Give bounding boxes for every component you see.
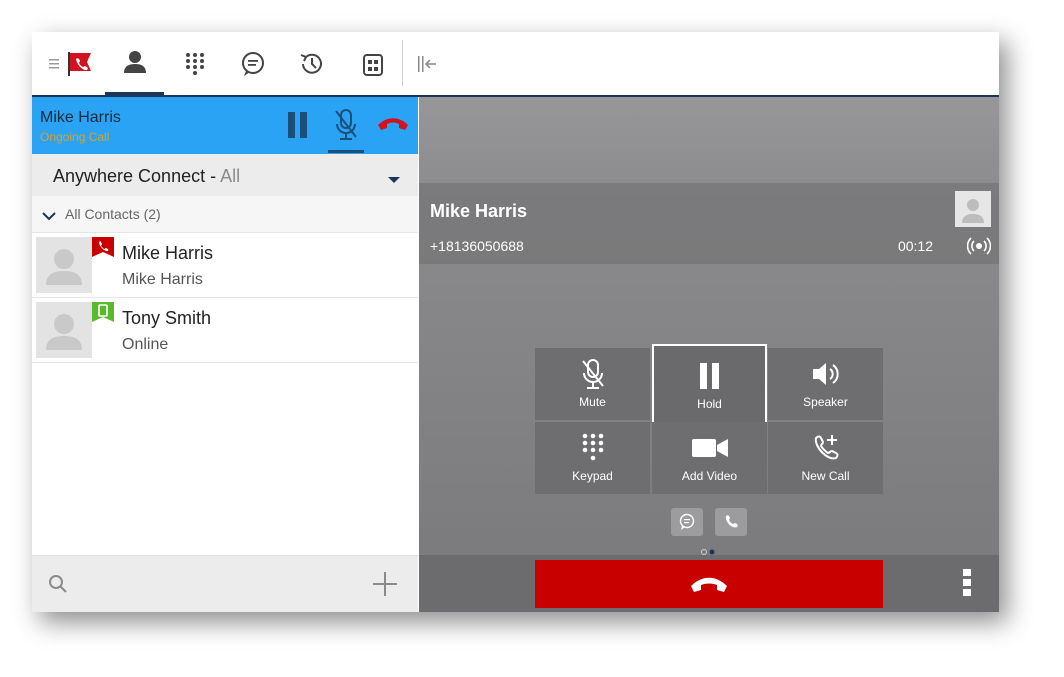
tab-contacts[interactable] bbox=[105, 32, 164, 95]
video-camera-icon bbox=[652, 432, 767, 464]
building-icon bbox=[363, 53, 383, 76]
phone-plus-icon bbox=[768, 432, 883, 464]
chevron-down-icon bbox=[387, 171, 401, 189]
add-contact-icon[interactable] bbox=[372, 571, 398, 602]
presence-flag-icon[interactable] bbox=[66, 32, 96, 95]
add-video-label: Add Video bbox=[681, 469, 738, 483]
call-info: Mike Harris +18136050688 00:12 bbox=[419, 183, 999, 264]
history-clock-icon bbox=[300, 53, 322, 74]
toolbar-divider bbox=[402, 40, 403, 86]
tab-history[interactable] bbox=[289, 32, 335, 95]
top-toolbar bbox=[32, 32, 999, 97]
hd-audio-icon bbox=[966, 237, 992, 260]
filter-label-text: Anywhere Connect - bbox=[53, 166, 217, 186]
chevron-down-icon bbox=[42, 208, 56, 226]
mute-button[interactable]: Mute bbox=[535, 348, 650, 420]
active-call-status: Ongoing Call bbox=[40, 130, 110, 144]
contact-name: Mike Harris bbox=[122, 243, 214, 263]
hold-button[interactable]: Hold bbox=[652, 344, 767, 426]
chat-bubble-icon bbox=[242, 51, 264, 76]
keypad-label: Keypad bbox=[572, 469, 613, 483]
contacts-footer bbox=[32, 555, 418, 612]
chat-bubble-icon bbox=[679, 513, 695, 530]
active-call-bar[interactable]: Mike Harris Ongoing Call bbox=[32, 97, 418, 154]
mute-label: Mute bbox=[579, 395, 606, 409]
contact-name: Tony Smith bbox=[122, 308, 212, 328]
dialpad-icon bbox=[186, 52, 204, 75]
tab-chat[interactable] bbox=[230, 32, 276, 95]
mic-off-icon bbox=[335, 109, 357, 140]
app-window: Mike Harris Ongoing Call Anywhere Connec… bbox=[32, 32, 999, 612]
phone-icon bbox=[725, 515, 738, 528]
caller-name: Mike Harris bbox=[430, 201, 528, 221]
caller-number: +18136050688 bbox=[430, 238, 524, 254]
chat-button[interactable] bbox=[671, 508, 703, 536]
online-presence-icon bbox=[92, 302, 114, 322]
speaker-button[interactable]: Speaker bbox=[768, 348, 883, 420]
contact-group-header[interactable]: All Contacts (2) bbox=[32, 196, 418, 233]
call-footer bbox=[419, 555, 999, 612]
speaker-label: Speaker bbox=[803, 395, 848, 409]
avatar bbox=[36, 302, 92, 358]
on-call-presence-icon bbox=[92, 237, 114, 257]
avatar bbox=[36, 237, 92, 293]
contacts-panel: Mike Harris Ongoing Call Anywhere Connec… bbox=[32, 97, 418, 612]
call-panel: Mike Harris +18136050688 00:12 Mute Hold… bbox=[419, 97, 999, 612]
contact-subtitle: Online bbox=[122, 336, 169, 353]
speaker-icon bbox=[768, 358, 883, 390]
call-view-button[interactable] bbox=[715, 508, 747, 536]
keypad-icon bbox=[535, 432, 650, 464]
pause-icon bbox=[654, 360, 765, 392]
caller-avatar bbox=[955, 191, 991, 227]
keypad-button[interactable]: Keypad bbox=[535, 422, 650, 494]
call-duration: 00:12 bbox=[897, 238, 933, 254]
more-options-icon[interactable] bbox=[963, 569, 971, 597]
mute-toggle[interactable] bbox=[328, 107, 364, 153]
active-call-name: Mike Harris bbox=[40, 109, 121, 126]
call-controls: Mute Hold Speaker Keypad Add Video New C… bbox=[535, 344, 883, 494]
contact-row[interactable]: Mike Harris Mike Harris bbox=[32, 233, 418, 298]
person-icon bbox=[123, 51, 146, 73]
tab-dialpad[interactable] bbox=[172, 32, 218, 95]
search-icon[interactable] bbox=[48, 574, 68, 599]
tab-directory[interactable] bbox=[350, 32, 396, 95]
hangup-icon[interactable] bbox=[376, 115, 410, 138]
contact-subtitle: Mike Harris bbox=[122, 271, 203, 288]
filter-value: All bbox=[220, 166, 241, 186]
new-call-button[interactable]: New Call bbox=[768, 422, 883, 494]
contact-row[interactable]: Tony Smith Online bbox=[32, 298, 418, 363]
new-call-label: New Call bbox=[801, 469, 850, 483]
hamburger-icon[interactable] bbox=[46, 32, 64, 95]
pause-icon[interactable] bbox=[287, 111, 309, 144]
collapse-panel-icon[interactable] bbox=[412, 32, 442, 95]
add-video-button[interactable]: Add Video bbox=[652, 422, 767, 494]
hangup-icon bbox=[691, 577, 727, 592]
filter-label: Anywhere Connect - All bbox=[53, 166, 240, 187]
group-label: All Contacts (2) bbox=[65, 206, 161, 222]
contact-filter-dropdown[interactable]: Anywhere Connect - All bbox=[32, 154, 418, 196]
end-call-button[interactable] bbox=[535, 560, 883, 608]
hold-label: Hold bbox=[697, 397, 722, 411]
mic-off-icon bbox=[535, 358, 650, 390]
page-indicator bbox=[700, 543, 720, 555]
